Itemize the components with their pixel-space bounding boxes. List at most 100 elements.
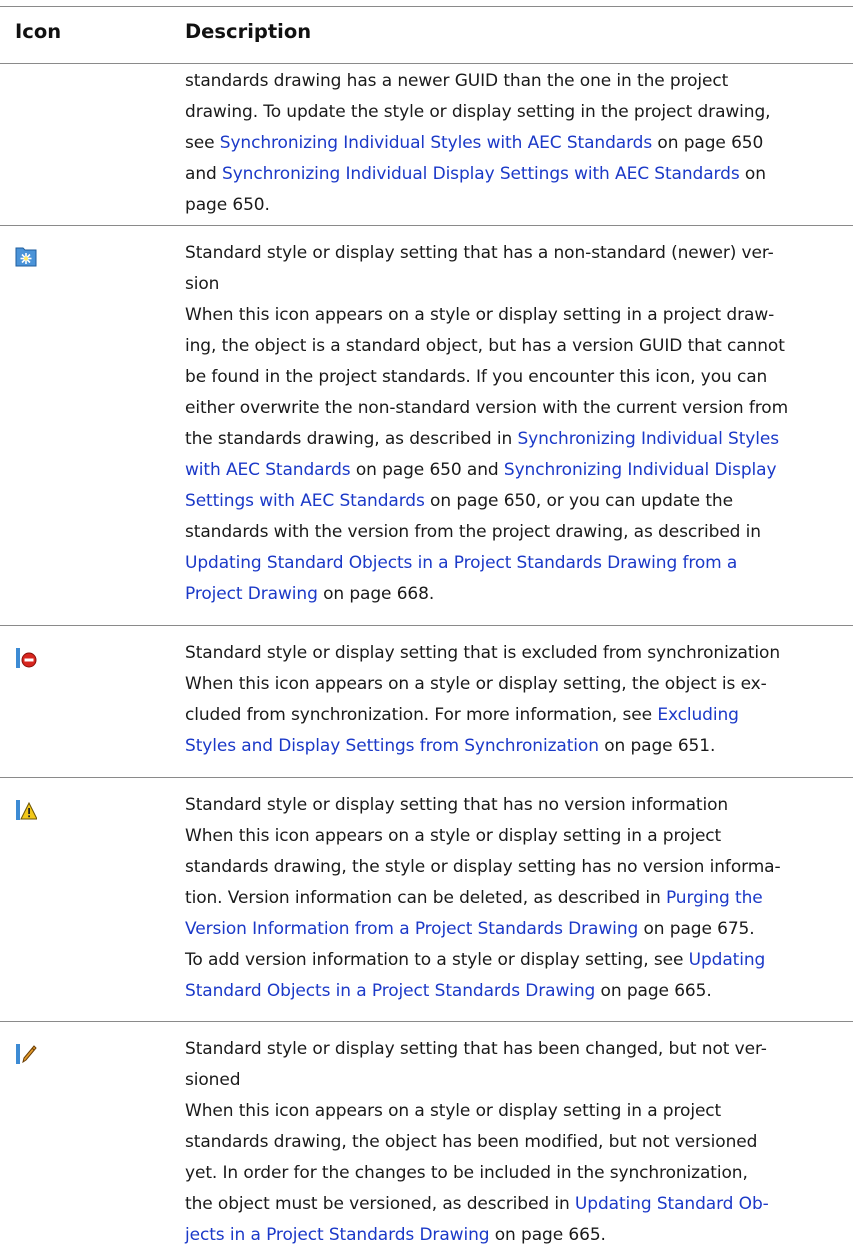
description-line: with AEC Standards on page 650 and Synch… bbox=[185, 455, 830, 486]
table-top-rule bbox=[0, 6, 853, 7]
cross-reference-link[interactable]: Styles and Display Settings from Synchro… bbox=[185, 736, 599, 756]
cross-reference-link[interactable]: Purging the bbox=[666, 888, 763, 908]
description-text: on page 650 bbox=[652, 133, 764, 153]
description-line: standards drawing, the style or display … bbox=[185, 852, 830, 883]
cross-reference-link[interactable]: Synchronizing Individual Styles bbox=[517, 429, 779, 449]
description-line: Updating Standard Objects in a Project S… bbox=[185, 548, 830, 579]
document-page: Icon Description standards drawing has a… bbox=[0, 0, 853, 1249]
description-text: Standard style or display setting that h… bbox=[185, 1039, 767, 1059]
description-text: on page 675. bbox=[638, 919, 755, 939]
description-text: cluded from synchronization. For more in… bbox=[185, 705, 658, 725]
description-line: Standard style or display setting that i… bbox=[185, 638, 830, 669]
cross-reference-link[interactable]: with AEC Standards bbox=[185, 460, 351, 480]
description-line: be found in the project standards. If yo… bbox=[185, 362, 830, 393]
row-description: Standard style or display setting that i… bbox=[185, 638, 830, 762]
description-text: When this icon appears on a style or dis… bbox=[185, 305, 775, 325]
description-line: either overwrite the non-standard versio… bbox=[185, 393, 830, 424]
description-text: be found in the project standards. If yo… bbox=[185, 367, 768, 387]
row-divider bbox=[0, 777, 853, 778]
cross-reference-link[interactable]: Project Drawing bbox=[185, 584, 318, 604]
description-line: When this icon appears on a style or dis… bbox=[185, 821, 830, 852]
description-line: see Synchronizing Individual Styles with… bbox=[185, 128, 830, 159]
description-text: standards drawing has a newer GUID than … bbox=[185, 71, 729, 91]
description-line: drawing. To update the style or display … bbox=[185, 97, 830, 128]
description-text: Standard style or display setting that i… bbox=[185, 643, 781, 663]
description-line: page 650. bbox=[185, 190, 830, 221]
description-line: standards drawing has a newer GUID than … bbox=[185, 66, 830, 97]
description-text: either overwrite the non-standard versio… bbox=[185, 398, 789, 418]
description-text: yet. In order for the changes to be incl… bbox=[185, 1163, 748, 1183]
description-line: Settings with AEC Standards on page 650,… bbox=[185, 486, 830, 517]
description-line: When this icon appears on a style or dis… bbox=[185, 300, 830, 331]
row-description: Standard style or display setting that h… bbox=[185, 238, 830, 610]
description-line: sioned bbox=[185, 1065, 830, 1096]
cross-reference-link[interactable]: Version Information from a Project Stand… bbox=[185, 919, 638, 939]
row-divider bbox=[0, 225, 853, 226]
description-line: tion. Version information can be deleted… bbox=[185, 883, 830, 914]
cross-reference-link[interactable]: Synchronizing Individual Display Setting… bbox=[222, 164, 740, 184]
description-text: ing, the object is a standard object, bu… bbox=[185, 336, 785, 356]
header-description-column: Description bbox=[185, 20, 312, 43]
newer-version-sparkle-icon bbox=[15, 246, 37, 268]
description-text: When this icon appears on a style or dis… bbox=[185, 826, 722, 846]
description-text: To add version information to a style or… bbox=[185, 950, 689, 970]
description-text: standards drawing, the object has been m… bbox=[185, 1132, 758, 1152]
changed-not-versioned-pencil-icon bbox=[15, 1043, 37, 1065]
description-line: Version Information from a Project Stand… bbox=[185, 914, 830, 945]
description-line: yet. In order for the changes to be incl… bbox=[185, 1158, 830, 1189]
description-text: page 650. bbox=[185, 195, 270, 215]
description-text: on bbox=[739, 164, 766, 184]
description-text: on page 665. bbox=[489, 1225, 606, 1245]
description-line: To add version information to a style or… bbox=[185, 945, 830, 976]
description-text: When this icon appears on a style or dis… bbox=[185, 1101, 722, 1121]
cross-reference-link[interactable]: Excluding bbox=[657, 705, 739, 725]
header-icon-column: Icon bbox=[15, 20, 62, 43]
description-line: and Synchronizing Individual Display Set… bbox=[185, 159, 830, 190]
description-text: When this icon appears on a style or dis… bbox=[185, 674, 767, 694]
row-description: Standard style or display setting that h… bbox=[185, 790, 830, 1007]
description-text: on page 651. bbox=[598, 736, 716, 756]
description-text: on page 665. bbox=[595, 981, 712, 1001]
row-divider bbox=[0, 1021, 853, 1022]
description-line: Standard Objects in a Project Standards … bbox=[185, 976, 830, 1007]
description-text: standards drawing, the style or display … bbox=[185, 857, 781, 877]
cross-reference-link[interactable]: Updating bbox=[689, 950, 766, 970]
description-text: see bbox=[185, 133, 220, 153]
description-line: Standard style or display setting that h… bbox=[185, 238, 830, 269]
excluded-no-entry-icon bbox=[15, 647, 37, 669]
cross-reference-link[interactable]: jects in a Project Standards Drawing bbox=[185, 1225, 490, 1245]
description-text: on page 650, or you can update the bbox=[424, 491, 733, 511]
description-text: standards with the version from the proj… bbox=[185, 522, 761, 542]
description-line: standards with the version from the proj… bbox=[185, 517, 830, 548]
description-line: the object must be versioned, as describ… bbox=[185, 1189, 830, 1220]
description-line: standards drawing, the object has been m… bbox=[185, 1127, 830, 1158]
header-bottom-rule bbox=[0, 63, 853, 64]
description-text: tion. Version information can be deleted… bbox=[185, 888, 666, 908]
cross-reference-link[interactable]: Synchronizing Individual Display bbox=[504, 460, 777, 480]
cross-reference-link[interactable]: Settings with AEC Standards bbox=[185, 491, 425, 511]
description-line: sion bbox=[185, 269, 830, 300]
cross-reference-link[interactable]: Standard Objects in a Project Standards … bbox=[185, 981, 595, 1001]
cross-reference-link[interactable]: Synchronizing Individual Styles with AEC… bbox=[220, 133, 652, 153]
row-description: Standard style or display setting that h… bbox=[185, 1034, 830, 1251]
description-line: Standard style or display setting that h… bbox=[185, 790, 830, 821]
description-text: the standards drawing, as described in bbox=[185, 429, 518, 449]
description-text: drawing. To update the style or display … bbox=[185, 102, 771, 122]
cross-reference-link[interactable]: Updating Standard Ob- bbox=[575, 1194, 769, 1214]
description-line: the standards drawing, as described in S… bbox=[185, 424, 830, 455]
description-text: on page 668. bbox=[317, 584, 435, 604]
description-line: Styles and Display Settings from Synchro… bbox=[185, 731, 830, 762]
row-description: standards drawing has a newer GUID than … bbox=[185, 66, 830, 221]
description-text: and bbox=[185, 164, 222, 184]
description-text: sion bbox=[185, 274, 220, 294]
no-version-warning-icon bbox=[15, 799, 38, 821]
description-line: Standard style or display setting that h… bbox=[185, 1034, 830, 1065]
description-line: ing, the object is a standard object, bu… bbox=[185, 331, 830, 362]
description-line: When this icon appears on a style or dis… bbox=[185, 1096, 830, 1127]
description-text: Standard style or display setting that h… bbox=[185, 795, 729, 815]
description-text: on page 650 and bbox=[350, 460, 504, 480]
description-line: cluded from synchronization. For more in… bbox=[185, 700, 830, 731]
cross-reference-link[interactable]: Updating Standard Objects in a Project S… bbox=[185, 553, 737, 573]
description-line: When this icon appears on a style or dis… bbox=[185, 669, 830, 700]
description-line: jects in a Project Standards Drawing on … bbox=[185, 1220, 830, 1251]
